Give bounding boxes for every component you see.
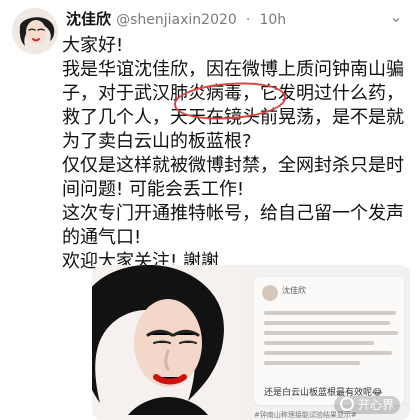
embedded-name: 沈佳欣 xyxy=(282,286,306,295)
tweet-header: 沈佳欣 @shenjiaxin2020 · 10h ⌄ xyxy=(66,8,406,30)
timestamp[interactable]: 10h xyxy=(259,12,286,28)
user-handle[interactable]: @shenjiaxin2020 xyxy=(116,12,237,28)
embedded-text-line xyxy=(264,321,390,325)
embedded-text-line xyxy=(264,331,398,335)
embedded-text-line xyxy=(264,311,396,315)
tweet-text: 大家好! 我是华谊沈佳欣，因在微博上质问钟南山骗子，对于武汉肺炎病毒，它发明过什… xyxy=(62,35,404,272)
separator-dot: · xyxy=(245,12,251,28)
embedded-card: 沈佳欣 还是白云山板蓝根最有效呢😂 xyxy=(254,277,404,405)
chevron-down-icon[interactable]: ⌄ xyxy=(386,8,406,28)
portrait-photo[interactable] xyxy=(92,265,244,420)
tweet-media[interactable]: 沈佳欣 还是白云山板蓝根最有效呢😂 #钟南山称理接能试验结果显示# 开心界 xyxy=(92,265,410,420)
profile-avatar[interactable] xyxy=(12,8,58,54)
embedded-text-line xyxy=(264,351,392,355)
embedded-text-line xyxy=(264,361,360,365)
embedded-avatar xyxy=(262,285,278,301)
watermark-text: 开心界 xyxy=(357,398,394,412)
watermark: 开心界 xyxy=(333,396,400,414)
embedded-text-line xyxy=(264,341,374,345)
display-name[interactable]: 沈佳欣 xyxy=(66,10,111,28)
watermark-icon xyxy=(339,397,354,411)
